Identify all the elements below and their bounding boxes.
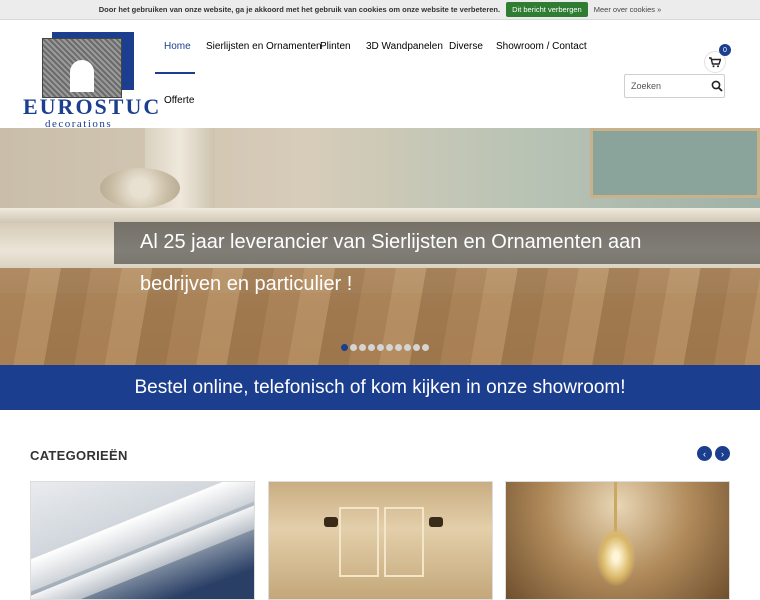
site-header: EUROSTUC decorations Home Sierlijsten en… [0,20,760,130]
slider-dot[interactable] [422,344,429,351]
slider-dot[interactable] [377,344,384,351]
nav-item-showroom[interactable]: Showroom / Contact [496,41,587,52]
search-box [624,74,725,98]
hero-slider: Al 25 jaar leverancier van Sierlijsten e… [0,128,760,365]
categories-next-button[interactable]: › [715,446,730,461]
active-nav-indicator [155,72,195,74]
slider-dots [341,344,429,351]
slider-dot[interactable] [341,344,348,351]
cookie-more-link[interactable]: Meer over cookies » [594,5,662,14]
ornament-image [100,168,180,208]
category-card-wandpanelen[interactable] [268,481,493,600]
nav-item-home[interactable]: Home [164,41,191,52]
logo-name: EUROSTUC [23,94,162,119]
slider-dot[interactable] [413,344,420,351]
category-card-ornamenten[interactable] [505,481,730,600]
nav-item-offerte[interactable]: Offerte [164,95,194,106]
info-banner: Bestel online, telefonisch of kom kijken… [0,365,760,410]
search-icon[interactable] [711,80,723,92]
nav-item-plinten[interactable]: Plinten [320,41,351,52]
cookie-message: Door het gebruiken van onze website, ga … [98,5,501,14]
chevron-right-icon: › [721,448,724,459]
logo-icon [42,32,134,100]
cart-icon [709,56,721,67]
category-card-sierlijsten[interactable] [30,481,255,600]
search-input[interactable] [631,78,709,94]
cart-count-badge: 0 [719,44,731,56]
slider-dot[interactable] [350,344,357,351]
chevron-left-icon: ‹ [703,448,706,459]
cookie-bar: Door het gebruiken van onze website, ga … [0,0,760,20]
hero-caption-line2: bedrijven en particulier ! [140,273,353,295]
categories-prev-button[interactable]: ‹ [697,446,712,461]
nav-item-wandpanelen[interactable]: 3D Wandpanelen [366,41,443,52]
categories-title: CATEGORIEËN [30,448,128,463]
hero-caption-line1: Al 25 jaar leverancier van Sierlijsten e… [140,231,642,253]
nav-item-sierlijsten[interactable]: Sierlijsten en Ornamenten [206,41,322,52]
logo[interactable]: EUROSTUC decorations [23,32,162,130]
slider-dot[interactable] [359,344,366,351]
slider-dot[interactable] [404,344,411,351]
nav-item-diverse[interactable]: Diverse [449,41,483,52]
hide-cookie-button[interactable]: Dit bericht verbergen [506,2,588,17]
slider-dot[interactable] [395,344,402,351]
slider-dot[interactable] [386,344,393,351]
slider-dot[interactable] [368,344,375,351]
